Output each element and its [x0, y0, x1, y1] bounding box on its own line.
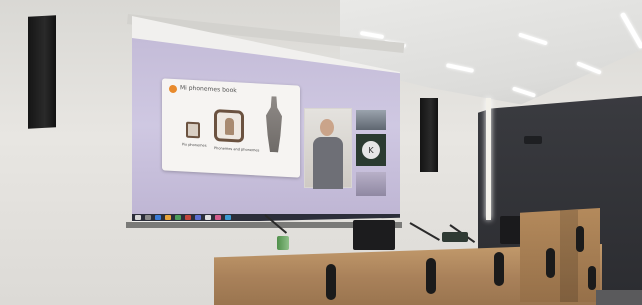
video-thumb-top [356, 110, 386, 130]
taskbar-app-icon-8 [225, 215, 231, 220]
desk-slot-2 [426, 258, 436, 294]
floor [596, 290, 642, 305]
right-speaker [420, 98, 438, 172]
presenter-initial: K [368, 145, 374, 155]
taskbar-app-icon-5 [195, 215, 201, 220]
taskbar-app-icon-2 [165, 215, 171, 220]
desk-slot-6 [588, 266, 596, 290]
slide-silhouette [266, 96, 282, 153]
slide-caption-center: Phonemes and phonemes [214, 146, 260, 153]
taskbar-app-icon-3 [175, 215, 181, 220]
slide-caption-left: Pix phonemes [182, 142, 207, 148]
character-glyph [225, 117, 234, 136]
presenter-video [304, 108, 352, 189]
wall-light-strip [486, 98, 491, 220]
presenter-initial-avatar: K [362, 141, 380, 159]
desk-side-shadow [560, 210, 578, 302]
slide-heading-icon [169, 84, 177, 94]
taskbar-app-icon-1 [155, 215, 161, 220]
presenter-body [313, 137, 343, 189]
search-icon [145, 215, 151, 220]
water-bottles [277, 236, 289, 250]
lectern-panel [353, 220, 395, 250]
video-thumb-bottom [356, 172, 386, 196]
monitor [500, 216, 522, 244]
taskbar-app-icon-4 [185, 215, 191, 220]
desk-slot-5 [576, 226, 584, 252]
slide-thumb-left [186, 121, 200, 139]
left-speaker [28, 15, 56, 129]
cable-box [442, 232, 468, 242]
presenter-head [320, 119, 334, 136]
taskbar-app-icon-6 [205, 215, 211, 220]
lecture-hall-photo: Mi phonemes book Pix phonemes Phonemes a… [0, 0, 642, 305]
slide-card: Mi phonemes book Pix phonemes Phonemes a… [162, 78, 300, 178]
projected-image: Mi phonemes book Pix phonemes Phonemes a… [132, 38, 400, 214]
desk-slot-4 [546, 248, 555, 278]
slide-thumb-center [214, 109, 244, 143]
slide-heading: Mi phonemes book [180, 84, 237, 95]
video-thumb-k: K [356, 134, 386, 166]
start-icon [135, 215, 141, 220]
taskbar-app-icon-7 [215, 215, 221, 220]
desk-slot-3 [494, 252, 504, 286]
desk-slot-1 [326, 264, 336, 300]
ceiling-camera [524, 136, 542, 144]
